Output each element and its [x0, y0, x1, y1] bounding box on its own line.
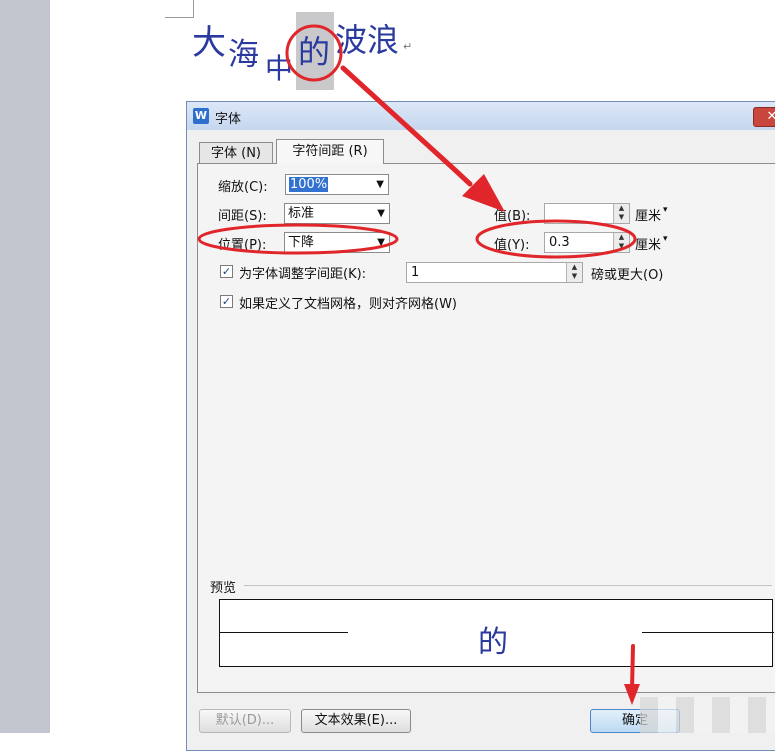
position-value: 下降	[288, 235, 315, 250]
doc-char[interactable]: 大	[192, 26, 226, 60]
kerning-value: 1	[411, 265, 420, 280]
chevron-down-icon[interactable]: ▾	[663, 205, 668, 215]
chevron-down-icon[interactable]: ▾	[663, 234, 668, 244]
position-value-text: 0.3	[549, 235, 570, 250]
position-label: 位置(P):	[218, 238, 267, 253]
preview-box: 的	[219, 599, 774, 667]
scale-select[interactable]: 100% ▼	[285, 174, 389, 195]
doc-char[interactable]: 波浪	[335, 24, 399, 56]
spacing-select[interactable]: 标准 ▼	[284, 203, 390, 224]
wps-app-icon: W	[193, 108, 209, 124]
dialog-title: 字体	[215, 112, 242, 127]
position-value-input[interactable]: 0.3 ▲ ▼	[544, 232, 630, 253]
chevron-down-icon: ▼	[377, 208, 385, 219]
tab-character-spacing[interactable]: 字符间距 (R)	[276, 139, 384, 164]
paragraph-mark: ↵	[403, 40, 413, 53]
grid-label: 如果定义了文档网格，则对齐网格(W)	[239, 297, 457, 312]
default-button[interactable]: 默认(D)...	[199, 709, 291, 733]
spacing-unit[interactable]: 厘米	[635, 205, 661, 224]
blurred-watermark	[640, 697, 775, 733]
preview-baseline-left	[220, 632, 348, 633]
dialog-titlebar[interactable]: W 字体 ✕	[187, 102, 775, 130]
close-icon[interactable]: ✕	[753, 107, 775, 127]
spacing-value-input[interactable]: ▲ ▼	[544, 203, 630, 224]
scale-value: 100%	[289, 177, 329, 192]
grid-checkbox[interactable]: ✓	[220, 295, 233, 308]
position-unit[interactable]: 厘米	[635, 234, 661, 253]
preview-label: 预览	[210, 581, 237, 596]
page-corner-marker	[165, 0, 194, 18]
kerning-checkbox[interactable]: ✓	[220, 265, 233, 278]
preview-divider	[244, 585, 772, 586]
font-dialog: W 字体 ✕ 字体 (N) 字符间距 (R) 缩放(C): 100% ▼ 间距(…	[186, 101, 775, 751]
position-value-label: 值(Y):	[494, 238, 530, 253]
spacing-label: 间距(S):	[218, 209, 267, 224]
preview-char: 的	[478, 625, 508, 660]
spacing-value-label: 值(B):	[494, 209, 531, 224]
doc-char[interactable]: 中	[265, 55, 293, 83]
kerning-input[interactable]: 1 ▲ ▼	[406, 262, 583, 283]
spinner-arrows-icon[interactable]: ▲ ▼	[613, 204, 629, 223]
doc-char-selected[interactable]: 的	[298, 36, 330, 68]
kerning-label: 为字体调整字间距(K):	[239, 267, 367, 282]
spacing-value: 标准	[288, 206, 315, 221]
text-effects-button[interactable]: 文本效果(E)...	[301, 709, 411, 733]
chevron-down-icon: ▼	[377, 237, 385, 248]
spinner-arrows-icon[interactable]: ▲ ▼	[566, 263, 582, 282]
kerning-suffix: 磅或更大(O)	[591, 268, 664, 283]
tab-font[interactable]: 字体 (N)	[199, 142, 273, 163]
spinner-arrows-icon[interactable]: ▲ ▼	[613, 233, 629, 252]
preview-baseline-right	[642, 632, 774, 633]
chevron-down-icon: ▼	[376, 179, 384, 190]
left-margin-gutter	[0, 0, 50, 733]
doc-char[interactable]: 海	[228, 40, 259, 71]
position-select[interactable]: 下降 ▼	[284, 232, 390, 253]
character-spacing-panel: 缩放(C): 100% ▼ 间距(S): 标准 ▼ 值(B): ▲ ▼ 厘米 ▾ …	[197, 163, 775, 693]
scale-label: 缩放(C):	[218, 180, 268, 195]
